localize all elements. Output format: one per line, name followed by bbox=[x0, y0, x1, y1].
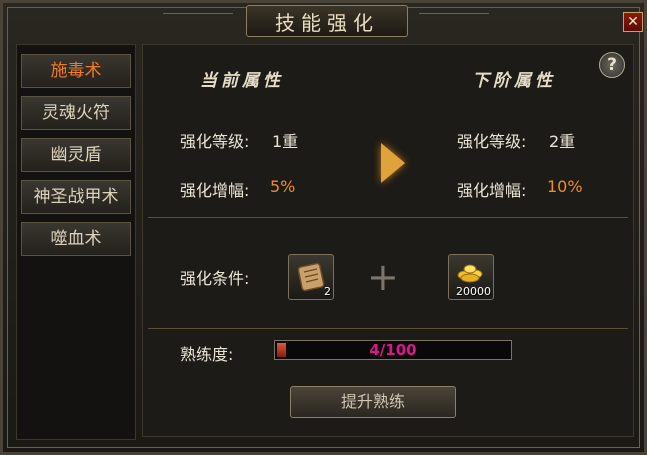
proficiency-label: 熟练度: bbox=[180, 345, 234, 364]
proficiency-bar: 4/100 bbox=[274, 340, 512, 360]
current-boost-label: 强化增幅: bbox=[180, 181, 250, 200]
divider-bottom bbox=[148, 328, 628, 329]
skill-tab-blood-drain[interactable]: 噬血术 bbox=[21, 222, 131, 256]
close-button[interactable]: ✕ bbox=[623, 12, 643, 32]
skill-tab-soul-talisman[interactable]: 灵魂火符 bbox=[21, 96, 131, 130]
skill-tab-holy-armor[interactable]: 神圣战甲术 bbox=[21, 180, 131, 214]
enhance-panel bbox=[142, 44, 634, 437]
title-ornament-left bbox=[163, 13, 233, 24]
skill-tab-ghost-shield[interactable]: 幽灵盾 bbox=[21, 138, 131, 172]
scroll-quantity: 2 bbox=[324, 285, 331, 298]
skill-list: 施毒术 灵魂火符 幽灵盾 神圣战甲术 噬血术 bbox=[16, 44, 136, 440]
plus-icon: + bbox=[367, 255, 399, 299]
close-icon: ✕ bbox=[627, 14, 639, 30]
current-level-label: 强化等级: bbox=[180, 132, 250, 151]
current-level-value: 1重 bbox=[272, 132, 299, 151]
next-level-label: 强化等级: bbox=[457, 132, 527, 151]
current-boost-value: 5% bbox=[270, 177, 296, 196]
help-button[interactable]: ? bbox=[599, 52, 625, 78]
window-title-plate: 技能强化 bbox=[246, 5, 408, 37]
question-icon: ? bbox=[607, 55, 617, 75]
upgrade-proficiency-button[interactable]: 提升熟练 bbox=[290, 386, 456, 418]
material-slot-gold[interactable]: 20000 bbox=[448, 254, 494, 300]
title-ornament-right bbox=[419, 13, 489, 24]
next-attributes-header: 下阶属性 bbox=[472, 71, 556, 91]
arrow-right-icon bbox=[381, 143, 405, 183]
current-attributes-header: 当前属性 bbox=[200, 71, 284, 91]
conditions-label: 强化条件: bbox=[180, 269, 250, 288]
material-slot-scroll[interactable]: 2 bbox=[288, 254, 334, 300]
window-title: 技能强化 bbox=[275, 10, 379, 35]
gold-quantity: 20000 bbox=[456, 285, 491, 298]
proficiency-value: 4/100 bbox=[369, 341, 417, 359]
next-level-value: 2重 bbox=[549, 132, 576, 151]
next-boost-label: 强化增幅: bbox=[457, 181, 527, 200]
skill-tab-poison[interactable]: 施毒术 bbox=[21, 54, 131, 88]
next-boost-value: 10% bbox=[547, 177, 583, 196]
divider-top bbox=[148, 217, 628, 218]
